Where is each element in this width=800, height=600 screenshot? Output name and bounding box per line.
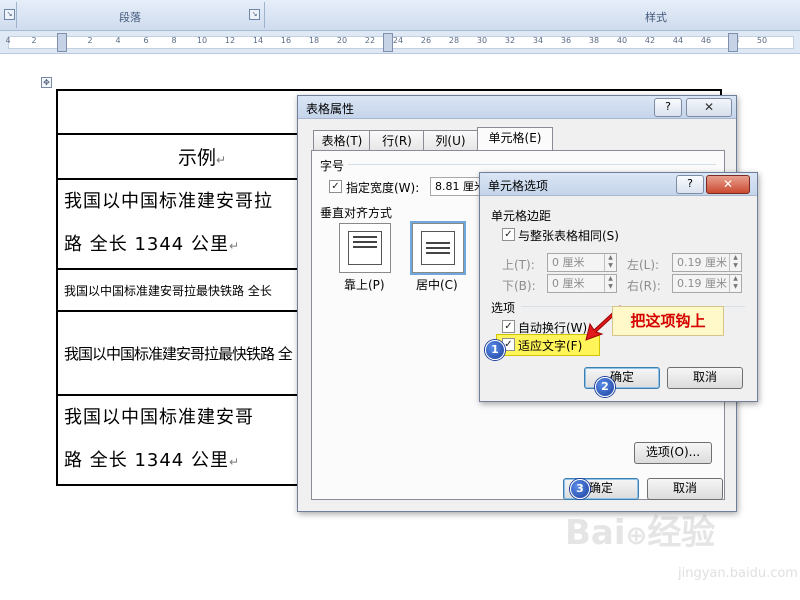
ruler-number: 6 (143, 36, 149, 45)
ruler-number: 2 (87, 36, 93, 45)
close-icon[interactable]: ✕ (686, 98, 732, 117)
table-props-cancel-button[interactable]: 取消 (647, 478, 723, 500)
dialog-title: 表格属性 (306, 102, 355, 116)
close-icon[interactable]: ✕ (706, 175, 750, 194)
ruler-number: 4 (115, 36, 121, 45)
row4-line2: 路 全长 1344 公里 (64, 450, 229, 471)
left-margin-label: 左(L): (627, 258, 660, 272)
ruler-number: 38 (588, 36, 600, 45)
spinner-arrows-icon[interactable]: ▲ ▼ (604, 254, 616, 271)
same-as-table-checkbox[interactable]: ✓ (502, 228, 515, 241)
right-margin-label: 右(R): (627, 279, 661, 293)
step-3-badge: 3 (570, 479, 590, 499)
watermark-url: jingyan.baidu.com (678, 566, 798, 581)
tab-row[interactable]: 行(R) (369, 130, 425, 151)
wrap-text-checkbox[interactable]: ✓ (502, 320, 515, 333)
align-center-option[interactable] (412, 223, 464, 273)
dialog-title: 单元格选项 (488, 179, 549, 193)
instruction-callout: 把这项钩上 (612, 306, 724, 336)
spinner-arrows-icon[interactable]: ▲ ▼ (604, 275, 616, 292)
spinner-arrows-icon[interactable]: ▲ ▼ (729, 275, 741, 292)
left-margin-input[interactable]: 0.19 厘米 ▲ ▼ (672, 253, 742, 272)
ruler-number: 18 (308, 36, 320, 45)
margins-group-label: 单元格边距 (491, 209, 552, 223)
options-group-label: 选项 (491, 301, 516, 315)
ruler-number: 8 (171, 36, 177, 45)
paragraph-mark-icon: ↵ (228, 239, 241, 253)
paragraph-mark-icon: ↵ (215, 153, 227, 167)
step-2-badge: 2 (595, 377, 615, 397)
ruler-number: 4 (5, 36, 11, 45)
ruler-number: 32 (504, 36, 516, 45)
help-icon[interactable]: ? (676, 175, 704, 194)
specify-width-checkbox[interactable]: ✓ (329, 180, 342, 193)
row3-text: 我国以中国标准建安哥拉最快铁路 全 (64, 344, 293, 363)
specify-width-label: 指定宽度(W): (346, 181, 420, 195)
ruler-number: 42 (644, 36, 656, 45)
right-indent-marker[interactable] (728, 33, 738, 52)
spinner-arrows-icon[interactable]: ▲ ▼ (729, 254, 741, 271)
bottom-margin-label: 下(B): (502, 279, 536, 293)
options-button[interactable]: 选项(O)... (634, 442, 712, 464)
move-handle-icon[interactable]: ✥ (41, 77, 52, 88)
ruler-number: 14 (252, 36, 264, 45)
fit-text-label: 适应文字(F) (518, 339, 583, 353)
column-marker[interactable] (383, 33, 393, 52)
ruler-number: 50 (756, 36, 768, 45)
horizontal-ruler[interactable]: 4 2 2 4 6 8 10 12 14 16 18 20 22 24 26 28 30 32 34 36 38 40 42… (0, 31, 800, 54)
ribbon: ↘ 段落 ↘ 样式 (0, 0, 800, 31)
ruler-number: 44 (672, 36, 684, 45)
paragraph-dialog-launcher-icon[interactable]: ↘ (249, 9, 260, 20)
ruler-number: 30 (476, 36, 488, 45)
tab-cell[interactable]: 单元格(E) (477, 127, 553, 152)
ruler-number: 10 (196, 36, 208, 45)
ribbon-group-styles: 样式 (645, 11, 667, 24)
ruler-number: 34 (532, 36, 544, 45)
help-icon[interactable]: ? (654, 98, 682, 117)
paragraph-mark-icon: ↵ (228, 455, 241, 469)
dialog-launcher-icon[interactable]: ↘ (4, 9, 15, 20)
ribbon-group-paragraph: 段落 (119, 11, 141, 24)
ruler-number: 24 (392, 36, 404, 45)
ruler-number: 22 (364, 36, 376, 45)
align-top-icon (348, 231, 382, 265)
baidu-watermark-logo: Bai⊕经验 (565, 513, 716, 553)
ruler-number: 12 (224, 36, 236, 45)
ruler-number: 46 (700, 36, 712, 45)
dialog-titlebar[interactable]: 表格属性 ? ✕ (298, 96, 736, 119)
top-margin-label: 上(T): (502, 258, 535, 272)
ribbon-separator (264, 2, 265, 28)
tab-table[interactable]: 表格(T) (313, 130, 371, 151)
width-input[interactable]: 8.81 厘米 (430, 177, 486, 196)
ruler-number: 2 (31, 36, 37, 45)
bottom-margin-input[interactable]: 0 厘米 ▲ ▼ (547, 274, 617, 293)
align-center-icon (421, 231, 455, 265)
row1-line2: 路 全长 1344 公里 (64, 234, 229, 255)
ruler-number: 26 (420, 36, 432, 45)
group-divider (348, 164, 716, 165)
dialog-titlebar[interactable]: 单元格选项 ? ✕ (480, 173, 757, 196)
row2-text: 我国以中国标准建安哥拉最快铁路 全长 (64, 283, 272, 298)
left-indent-marker[interactable] (57, 33, 67, 52)
ruler-number: 36 (560, 36, 572, 45)
cell-options-cancel-button[interactable]: 取消 (667, 367, 743, 389)
size-group-label: 字号 (320, 159, 345, 173)
ruler-number: 40 (616, 36, 628, 45)
ruler-number: 28 (448, 36, 460, 45)
ruler-number: 20 (336, 36, 348, 45)
align-center-label: 居中(C) (416, 278, 458, 292)
valign-group-label: 垂直对齐方式 (320, 206, 393, 220)
same-as-table-label: 与整张表格相同(S) (518, 229, 619, 243)
align-top-option[interactable] (339, 223, 391, 273)
example-cell-text: 示例 (177, 147, 216, 169)
ribbon-separator (16, 2, 17, 28)
step-1-badge: 1 (485, 340, 505, 360)
ruler-number: 16 (280, 36, 292, 45)
top-margin-input[interactable]: 0 厘米 ▲ ▼ (547, 253, 617, 272)
right-margin-input[interactable]: 0.19 厘米 ▲ ▼ (672, 274, 742, 293)
tab-column[interactable]: 列(U) (423, 130, 478, 151)
align-top-label: 靠上(P) (344, 278, 385, 292)
